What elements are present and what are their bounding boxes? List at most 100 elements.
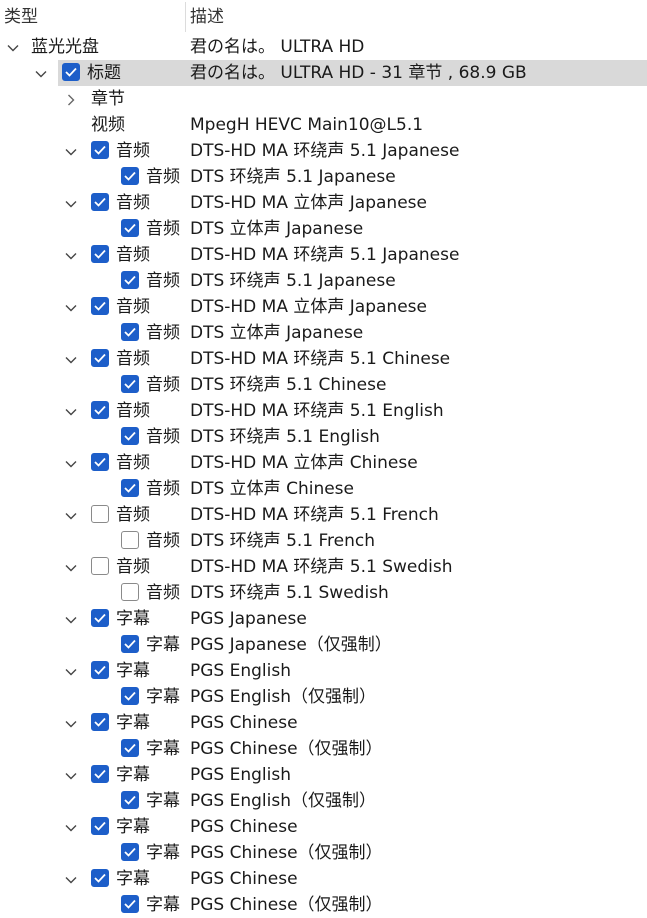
chevron-down-icon[interactable] <box>64 612 78 626</box>
tree-row[interactable]: 音频 DTS 环绕声 5.1 Chinese <box>0 372 647 398</box>
row-checkbox[interactable] <box>121 271 139 289</box>
tree-row[interactable]: 字幕 PGS Japanese（仅强制） <box>0 632 647 658</box>
chevron-down-icon[interactable] <box>64 196 78 210</box>
row-type-label: 音频 <box>116 401 150 421</box>
chevron-down-icon[interactable] <box>64 872 78 886</box>
chevron-down-icon[interactable] <box>64 248 78 262</box>
chevron-down-icon[interactable] <box>64 820 78 834</box>
chevron-right-icon[interactable] <box>64 92 78 106</box>
tree-row[interactable]: 音频 DTS-HD MA 环绕声 5.1 English <box>0 398 647 424</box>
tree-row[interactable]: 音频 DTS-HD MA 环绕声 5.1 Japanese <box>0 242 647 268</box>
chevron-down-icon[interactable] <box>64 664 78 678</box>
row-checkbox[interactable] <box>91 817 109 835</box>
tree-row[interactable]: 音频 DTS 立体声 Japanese <box>0 216 647 242</box>
tree-row[interactable]: 音频 DTS 立体声 Japanese <box>0 320 647 346</box>
row-description: DTS-HD MA 环绕声 5.1 English <box>190 401 444 421</box>
tree-row[interactable]: 音频 DTS 立体声 Chinese <box>0 476 647 502</box>
row-checkbox[interactable] <box>121 583 139 601</box>
chevron-down-icon[interactable] <box>64 508 78 522</box>
row-description: DTS 立体声 Chinese <box>190 479 354 499</box>
tree-row[interactable]: 视频 MpegH HEVC Main10@L5.1 <box>0 112 647 138</box>
chevron-down-icon[interactable] <box>64 716 78 730</box>
tree-row[interactable]: 音频 DTS-HD MA 环绕声 5.1 Swedish <box>0 554 647 580</box>
chevron-down-icon[interactable] <box>34 66 48 80</box>
chevron-down-icon[interactable] <box>6 40 20 54</box>
row-checkbox[interactable] <box>121 895 139 913</box>
tree-row[interactable]: 字幕 PGS Chinese（仅强制） <box>0 840 647 866</box>
row-checkbox[interactable] <box>121 635 139 653</box>
column-header-description[interactable]: 描述 <box>190 0 224 34</box>
row-checkbox[interactable] <box>121 531 139 549</box>
row-checkbox[interactable] <box>91 141 109 159</box>
row-checkbox[interactable] <box>91 349 109 367</box>
tree-row[interactable]: 字幕 PGS Chinese <box>0 814 647 840</box>
row-checkbox[interactable] <box>121 479 139 497</box>
row-type-label: 章节 <box>91 89 125 109</box>
row-checkbox[interactable] <box>91 765 109 783</box>
tree-row[interactable]: 字幕 PGS Chinese <box>0 710 647 736</box>
row-checkbox[interactable] <box>91 661 109 679</box>
row-type-label: 音频 <box>146 427 180 447</box>
row-type-label: 音频 <box>116 349 150 369</box>
tree-row[interactable]: 音频 DTS 环绕声 5.1 Japanese <box>0 268 647 294</box>
tree-row[interactable]: 章节 <box>0 86 647 112</box>
row-checkbox[interactable] <box>121 843 139 861</box>
tree-row[interactable]: 字幕 PGS English（仅强制） <box>0 684 647 710</box>
tree-row[interactable]: 音频 DTS 环绕声 5.1 English <box>0 424 647 450</box>
tree-row[interactable]: 标题 君の名は。 ULTRA HD - 31 章节 , 68.9 GB <box>0 60 647 86</box>
tree-row[interactable]: 音频 DTS-HD MA 环绕声 5.1 French <box>0 502 647 528</box>
tree-row[interactable]: 字幕 PGS Japanese <box>0 606 647 632</box>
tree-row[interactable]: 字幕 PGS English（仅强制） <box>0 788 647 814</box>
row-checkbox[interactable] <box>91 245 109 263</box>
row-checkbox[interactable] <box>91 869 109 887</box>
row-checkbox[interactable] <box>91 297 109 315</box>
tree-row[interactable]: 字幕 PGS Chinese <box>0 866 647 892</box>
chevron-down-icon[interactable] <box>64 352 78 366</box>
row-description: PGS Chinese <box>190 713 298 733</box>
tree-row[interactable]: 蓝光光盘 君の名は。 ULTRA HD <box>0 34 647 60</box>
column-divider[interactable] <box>185 2 186 32</box>
row-type-label: 音频 <box>116 193 150 213</box>
tree-row[interactable]: 音频 DTS 环绕声 5.1 French <box>0 528 647 554</box>
tree-row[interactable]: 字幕 PGS Chinese（仅强制） <box>0 736 647 762</box>
row-checkbox[interactable] <box>121 427 139 445</box>
row-checkbox[interactable] <box>121 375 139 393</box>
row-checkbox[interactable] <box>121 791 139 809</box>
chevron-down-icon[interactable] <box>64 768 78 782</box>
tree-row[interactable]: 音频 DTS-HD MA 立体声 Chinese <box>0 450 647 476</box>
tree-row[interactable]: 音频 DTS-HD MA 立体声 Japanese <box>0 190 647 216</box>
row-checkbox[interactable] <box>91 557 109 575</box>
row-checkbox[interactable] <box>121 687 139 705</box>
column-header-type[interactable]: 类型 <box>4 0 38 34</box>
row-checkbox[interactable] <box>91 401 109 419</box>
tree-row[interactable]: 字幕 PGS English <box>0 762 647 788</box>
chevron-down-icon[interactable] <box>64 300 78 314</box>
chevron-down-icon[interactable] <box>64 560 78 574</box>
tree-row[interactable]: 音频 DTS 环绕声 5.1 Swedish <box>0 580 647 606</box>
row-checkbox[interactable] <box>91 453 109 471</box>
row-description: DTS-HD MA 环绕声 5.1 Japanese <box>190 141 460 161</box>
row-checkbox[interactable] <box>91 505 109 523</box>
row-type-label: 音频 <box>116 505 150 525</box>
row-checkbox[interactable] <box>121 167 139 185</box>
row-checkbox[interactable] <box>121 739 139 757</box>
row-type-label: 音频 <box>116 557 150 577</box>
tree-row[interactable]: 音频 DTS-HD MA 环绕声 5.1 Chinese <box>0 346 647 372</box>
chevron-down-icon[interactable] <box>64 404 78 418</box>
row-checkbox[interactable] <box>121 323 139 341</box>
tree-row[interactable]: 字幕 PGS English <box>0 658 647 684</box>
row-checkbox[interactable] <box>121 219 139 237</box>
chevron-down-icon[interactable] <box>64 456 78 470</box>
row-checkbox[interactable] <box>91 609 109 627</box>
row-checkbox[interactable] <box>62 63 80 81</box>
row-description: 君の名は。 ULTRA HD <box>190 37 365 57</box>
row-description: PGS English <box>190 765 292 785</box>
tree-row[interactable]: 音频 DTS 环绕声 5.1 Japanese <box>0 164 647 190</box>
tree-row[interactable]: 音频 DTS-HD MA 立体声 Japanese <box>0 294 647 320</box>
row-checkbox[interactable] <box>91 713 109 731</box>
tree-row[interactable]: 字幕 PGS Chinese（仅强制） <box>0 892 647 918</box>
tree-row[interactable]: 音频 DTS-HD MA 环绕声 5.1 Japanese <box>0 138 647 164</box>
chevron-down-icon[interactable] <box>64 144 78 158</box>
row-type-label: 音频 <box>146 271 180 291</box>
row-checkbox[interactable] <box>91 193 109 211</box>
